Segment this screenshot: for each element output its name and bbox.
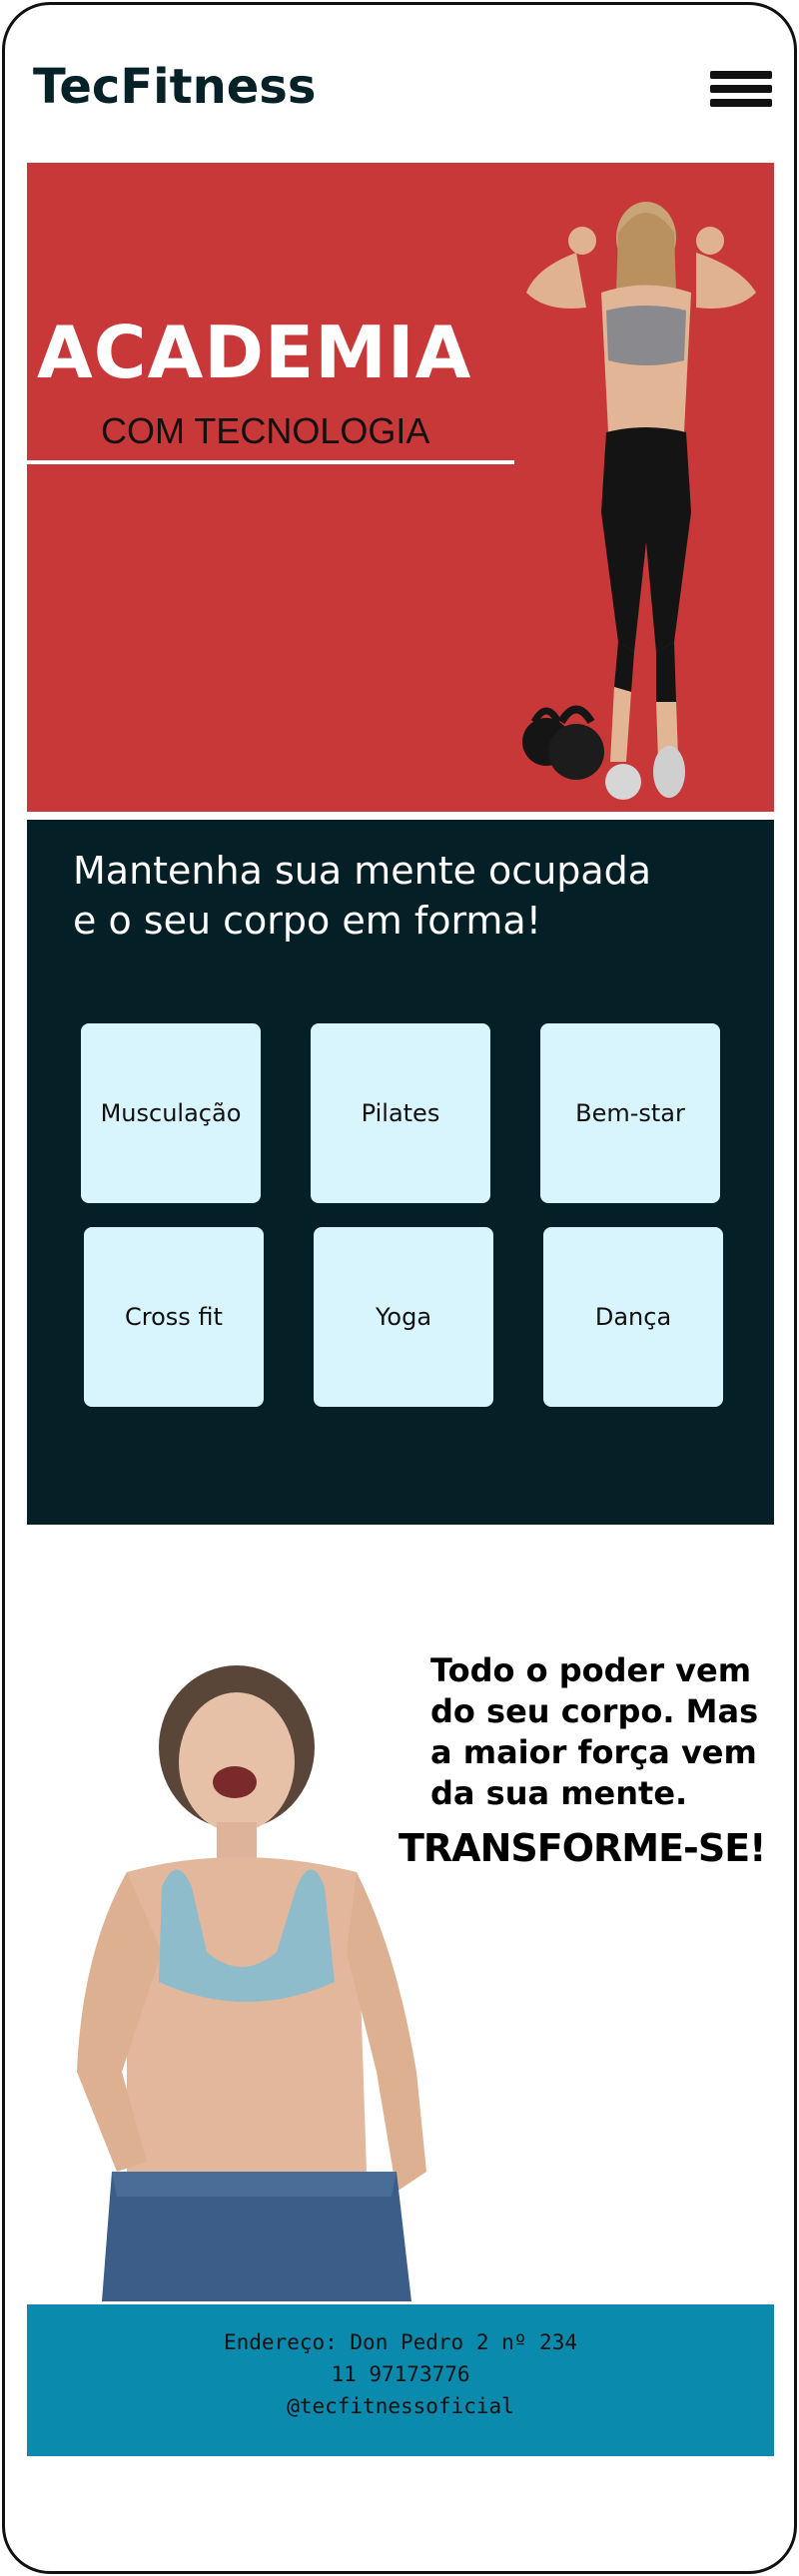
motivation-quote: Todo o poder vem do seu corpo. Mas a mai… <box>430 1650 760 1814</box>
transform-cta: TRANSFORME-SE! <box>399 1826 766 1870</box>
quote-line: da sua mente. <box>430 1774 688 1812</box>
footer-address: Endereço: Don Pedro 2 nº 234 <box>223 2330 577 2354</box>
hero-banner: ACADEMIA COM TECNOLOGIA <box>27 163 774 812</box>
tagline-line-2: e o seu corpo em forma! <box>73 899 541 943</box>
hamburger-menu-icon[interactable] <box>710 71 772 109</box>
activity-card-yoga[interactable]: Yoga <box>314 1227 493 1407</box>
quote-line: a maior força vem <box>430 1733 757 1771</box>
activities-section: Mantenha sua mente ocupada e o seu corpo… <box>27 820 774 1525</box>
brand-logo[interactable]: TecFitness <box>33 59 316 115</box>
motivation-section: Todo o poder vem do seu corpo. Mas a mai… <box>27 1603 774 2301</box>
woman-photo <box>77 1665 426 2301</box>
activity-card-pilates[interactable]: Pilates <box>311 1023 490 1203</box>
quote-line: do seu corpo. Mas <box>430 1692 759 1730</box>
hero-title: ACADEMIA <box>37 311 472 394</box>
hero-divider <box>27 460 514 464</box>
tagline-line-1: Mantenha sua mente ocupada <box>73 849 652 893</box>
phone-frame: TecFitness ACADEMIA COM TECNOLOGIA Mante… <box>2 2 797 2574</box>
activities-tagline: Mantenha sua mente ocupada e o seu corpo… <box>73 846 712 946</box>
activity-card-bem-star[interactable]: Bem-star <box>540 1023 720 1203</box>
site-footer: Endereço: Don Pedro 2 nº 234 11 97173776… <box>27 2304 774 2456</box>
athlete-photo <box>522 202 756 800</box>
hero-subtitle: COM TECNOLOGIA <box>101 410 430 451</box>
activity-card-danca[interactable]: Dança <box>543 1227 723 1407</box>
activity-card-musculacao[interactable]: Musculação <box>81 1023 261 1203</box>
activity-card-cross-fit[interactable]: Cross fit <box>84 1227 264 1407</box>
quote-line: Todo o poder vem <box>430 1651 752 1689</box>
site-header: TecFitness <box>5 5 794 155</box>
footer-phone[interactable]: 11 97173776 <box>27 2362 774 2386</box>
footer-social-handle[interactable]: @tecfitnessoficial <box>27 2394 774 2418</box>
